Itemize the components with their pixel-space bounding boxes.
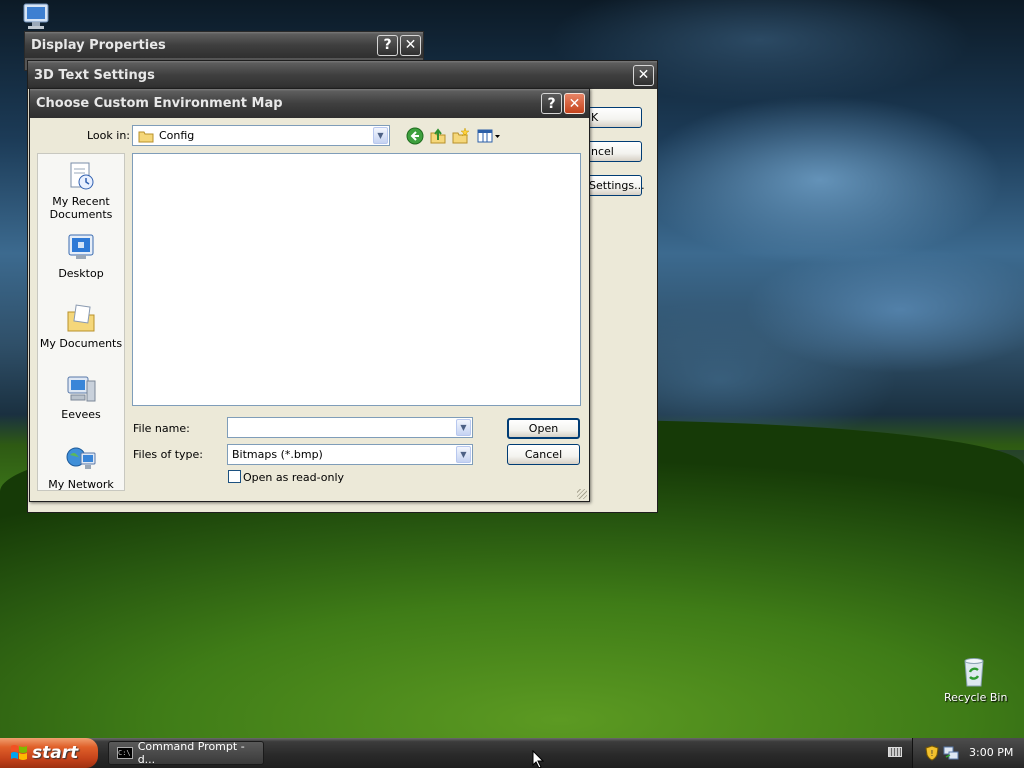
recycle-bin-icon [964,658,984,687]
keyboard-icon[interactable] [888,747,902,757]
system-tray: ! 3:00 PM [912,738,1024,768]
files-of-type-label: Files of type: [133,448,204,461]
taskbar: start C:\ Command Prompt - d... ! 3:00 P… [0,738,1024,768]
taskbar-item-label: Command Prompt - d... [137,740,245,766]
place-label: My Network [48,478,114,491]
help-button[interactable]: ? [541,93,562,114]
cancel-button-label: Cancel [524,448,563,461]
read-only-checkbox[interactable] [228,470,241,483]
cancel-button[interactable]: Cancel [507,444,580,465]
folder-icon [138,131,154,142]
back-icon[interactable] [406,127,424,145]
recent-documents-icon [65,160,97,192]
chevron-down-icon[interactable]: ▼ [456,446,471,463]
choose-map-titlebar[interactable]: Choose Custom Environment Map ? ✕ [30,89,589,118]
computer-icon [65,373,97,405]
window-title: Choose Custom Environment Map [36,96,283,111]
place-computer[interactable]: Eevees [38,373,124,421]
file-list[interactable] [132,153,581,406]
place-desktop[interactable]: Desktop [38,232,124,280]
file-name-label: File name: [133,422,190,435]
view-menu-icon[interactable] [476,127,502,145]
security-shield-icon[interactable]: ! [925,745,939,761]
place-label: Documents [49,208,113,221]
cancel-button-label: ncel [591,145,614,158]
help-button[interactable]: ? [377,34,398,56]
ok-button-label: K [591,111,599,124]
place-label: Desktop [58,267,104,280]
up-folder-icon[interactable] [429,127,447,145]
desktop-icon [65,232,97,264]
window-title: 3D Text Settings [34,67,155,83]
window-title: Display Properties [31,37,166,53]
taskbar-item-command-prompt[interactable]: C:\ Command Prompt - d... [108,740,264,766]
text3d-settings-titlebar[interactable]: 3D Text Settings ✕ [28,61,657,89]
open-button-label: Open [528,422,559,435]
clock[interactable]: 3:00 PM [969,746,1013,759]
look-in-label: Look in: [87,129,130,142]
places-bar: My Recent Documents Desktop My Documents… [37,153,125,491]
open-button[interactable]: Open [507,418,580,439]
choose-environment-map-dialog: Choose Custom Environment Map ? ✕ Look i… [29,88,590,502]
files-of-type-dropdown[interactable]: Bitmaps (*.bmp) ▼ [227,444,473,465]
place-label: Eevees [61,408,101,421]
place-label: My Documents [39,337,123,350]
network-connection-icon[interactable] [943,745,959,761]
close-button[interactable]: ✕ [400,34,421,56]
start-label: start [32,743,79,763]
look-in-dropdown[interactable]: Config ▼ [132,125,390,146]
place-label: My Recent [52,195,110,208]
new-folder-icon[interactable] [452,127,470,145]
look-in-value: Config [159,129,195,142]
recycle-bin[interactable]: Recycle Bin [944,656,1008,712]
settings-button-label: Settings... [589,179,645,192]
chevron-down-icon[interactable]: ▼ [373,127,388,144]
start-button[interactable]: start [0,738,98,768]
network-icon [65,443,97,475]
place-network[interactable]: My Network [38,443,124,491]
my-documents-icon [65,302,97,334]
svg-text:!: ! [930,749,933,758]
close-button[interactable]: ✕ [633,64,654,86]
chevron-down-icon[interactable]: ▼ [456,419,471,436]
recycle-bin-label: Recycle Bin [944,691,1008,704]
file-name-input[interactable]: ▼ [227,417,473,438]
read-only-label: Open as read-only [243,471,345,484]
windows-logo-icon [11,745,27,760]
place-recent-documents[interactable]: My Recent Documents [38,160,124,221]
my-computer-icon[interactable] [22,2,56,30]
mouse-cursor-icon [532,750,545,768]
files-of-type-value: Bitmaps (*.bmp) [232,448,323,461]
command-prompt-icon: C:\ [117,747,133,759]
resize-grip[interactable] [577,489,587,499]
close-button[interactable]: ✕ [564,93,585,114]
place-my-documents[interactable]: My Documents [38,302,124,350]
display-properties-titlebar[interactable]: Display Properties ? ✕ [25,32,423,58]
